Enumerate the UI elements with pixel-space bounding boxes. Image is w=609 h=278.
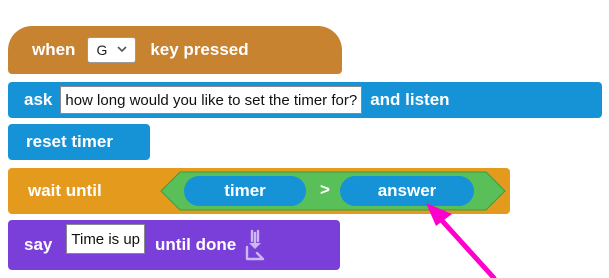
- chevron-down-icon: [117, 44, 127, 56]
- timer-reporter-label: timer: [224, 181, 266, 200]
- speech-icon: [244, 229, 266, 261]
- ask-and-listen-block[interactable]: ask how long would you like to set the t…: [8, 82, 602, 118]
- answer-reporter[interactable]: answer: [340, 176, 474, 206]
- answer-reporter-label: answer: [377, 181, 437, 200]
- say-label: say: [24, 235, 53, 254]
- when-label: when: [32, 40, 76, 59]
- reset-timer-label: reset timer: [26, 132, 113, 151]
- reset-timer-block[interactable]: reset timer: [8, 124, 150, 160]
- and-listen-label: and listen: [370, 90, 450, 109]
- key-dropdown[interactable]: G: [87, 37, 137, 63]
- greater-than-symbol: >: [320, 180, 330, 199]
- greater-than-operator[interactable]: timer > answer: [160, 171, 506, 211]
- ask-label: ask: [24, 90, 53, 109]
- wait-until-block[interactable]: wait until timer > answer: [8, 168, 510, 214]
- timer-reporter[interactable]: timer: [184, 176, 306, 206]
- code-canvas: when G key pressed ask how long would yo…: [0, 0, 609, 278]
- when-key-pressed-block[interactable]: when G key pressed: [8, 26, 342, 74]
- until-done-label: until done: [155, 235, 237, 254]
- key-dropdown-value: G: [96, 42, 108, 58]
- wait-until-label: wait until: [28, 181, 102, 200]
- key-pressed-label: key pressed: [150, 40, 249, 59]
- question-input[interactable]: how long would you like to set the timer…: [60, 86, 363, 114]
- say-until-done-block[interactable]: say Time is up until done: [8, 220, 340, 270]
- say-message-input[interactable]: Time is up: [66, 224, 146, 254]
